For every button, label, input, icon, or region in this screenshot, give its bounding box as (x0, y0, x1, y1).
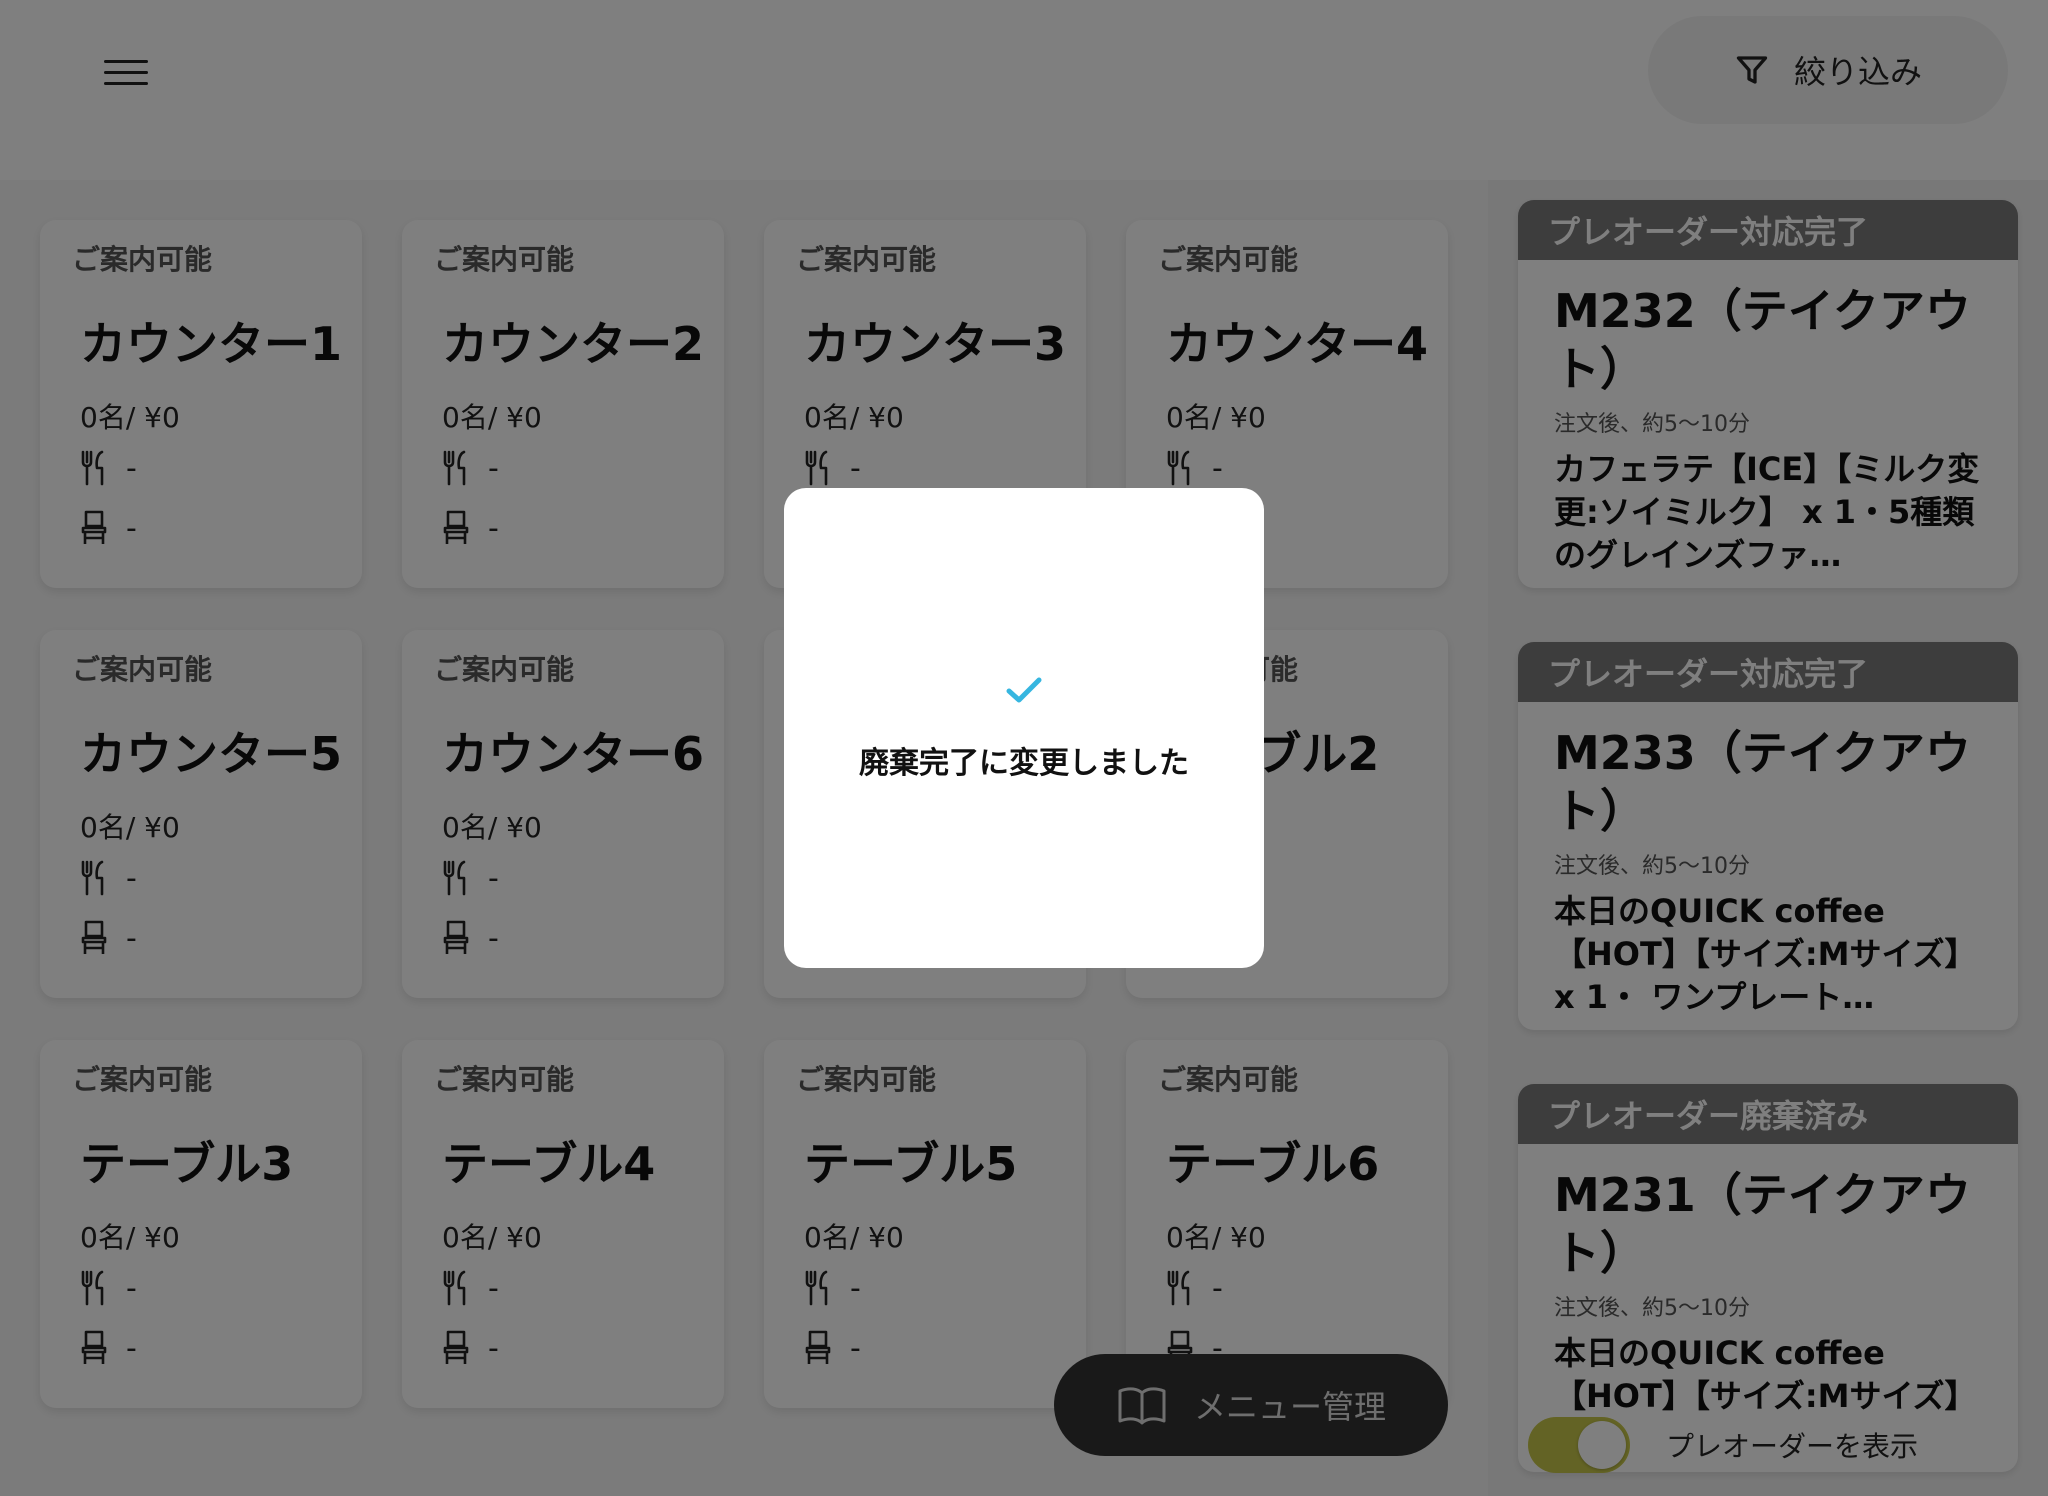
check-icon (1006, 677, 1042, 703)
app: 絞り込み ご案内可能カウンター10名/ ¥0--ご案内可能カウンター20名/ ¥… (0, 0, 2048, 1496)
completion-dialog: 廃棄完了に変更しました (784, 488, 1264, 968)
dialog-message: 廃棄完了に変更しました (859, 746, 1189, 781)
